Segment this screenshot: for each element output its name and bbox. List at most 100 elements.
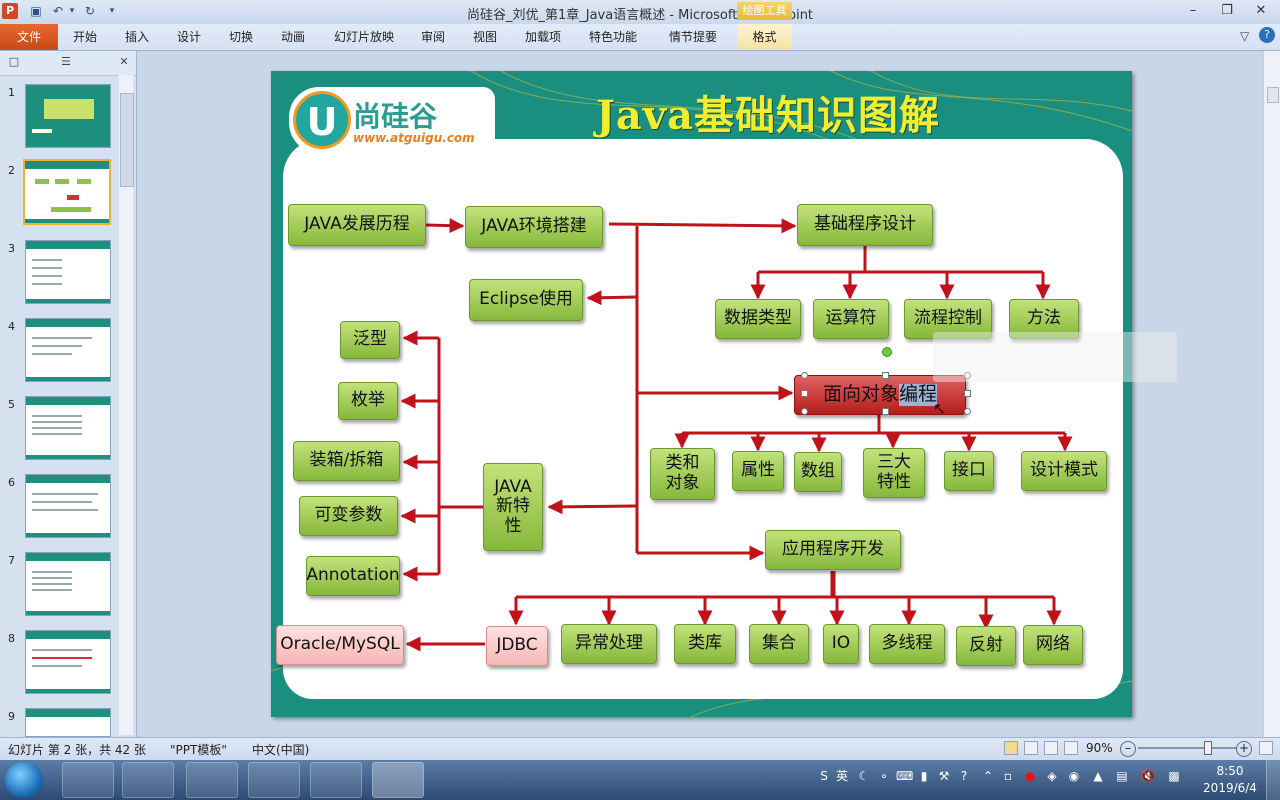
network-share-icon[interactable]: ◈ — [1044, 768, 1060, 784]
slides-tab-icon[interactable]: □ — [6, 55, 22, 69]
resize-handle[interactable] — [801, 408, 808, 415]
qq-icon[interactable]: ◉ — [1066, 768, 1082, 784]
moon-icon[interactable]: ☾ — [856, 768, 872, 784]
zoom-in-icon[interactable]: + — [1236, 741, 1252, 757]
normal-view-icon[interactable] — [1004, 741, 1018, 755]
resize-handle[interactable] — [801, 372, 808, 379]
sogou-icon[interactable]: S — [816, 768, 832, 784]
ime-mode[interactable]: 英 — [834, 768, 850, 784]
tab-file[interactable]: 文件 — [0, 24, 58, 50]
network-icon[interactable]: ▩ — [1166, 768, 1182, 784]
zoom-slider-thumb[interactable] — [1203, 741, 1212, 755]
node-generics[interactable]: 泛型 — [340, 321, 400, 359]
node-array[interactable]: 数组 — [794, 452, 842, 492]
slide-thumbnail[interactable] — [25, 708, 111, 737]
node-class-library[interactable]: 类库 — [674, 624, 736, 664]
resize-handle[interactable] — [882, 408, 889, 415]
node-annotation[interactable]: Annotation — [306, 556, 400, 596]
tab-animations[interactable]: 动画 — [270, 24, 316, 50]
taskbar-powerpoint-icon[interactable] — [372, 762, 424, 798]
node-basic-programming[interactable]: 基础程序设计 — [797, 204, 933, 246]
node-varargs[interactable]: 可变参数 — [299, 496, 398, 536]
resize-handle[interactable] — [964, 408, 971, 415]
customize-qat-icon[interactable]: ▾ — [104, 3, 120, 19]
punctuation-icon[interactable]: ∘ — [876, 768, 892, 784]
zoom-slider-track[interactable] — [1138, 747, 1236, 749]
tab-addins[interactable]: 加载项 — [518, 24, 568, 50]
node-enum[interactable]: 枚举 — [338, 382, 398, 420]
resize-handle[interactable] — [882, 372, 889, 379]
node-boxing[interactable]: 装箱/拆箱 — [293, 441, 400, 481]
close-icon[interactable]: ✕ — [1248, 2, 1274, 20]
reading-view-icon[interactable] — [1044, 741, 1058, 755]
taskbar-recorder-icon[interactable] — [310, 762, 362, 798]
undo-dropdown-icon[interactable]: ▾ — [64, 3, 80, 19]
node-app-dev[interactable]: 应用程序开发 — [765, 530, 901, 570]
node-exception[interactable]: 异常处理 — [561, 624, 657, 664]
theme-name[interactable]: "PPT模板" — [170, 741, 227, 758]
node-collection[interactable]: 集合 — [749, 624, 809, 664]
record-icon[interactable]: ● — [1022, 768, 1038, 784]
ribbon-collapse-icon[interactable]: ▽ — [1240, 29, 1249, 43]
help-icon[interactable]: ? — [1259, 27, 1275, 43]
slideshow-view-icon[interactable] — [1064, 741, 1078, 755]
rotate-handle[interactable] — [882, 347, 892, 357]
volume-muted-icon[interactable]: 🔇 — [1140, 768, 1156, 784]
close-panel-icon[interactable]: ✕ — [116, 55, 132, 69]
node-jdbc[interactable]: JDBC — [486, 626, 548, 666]
minimize-icon[interactable]: – — [1180, 2, 1206, 20]
slide-thumbnail[interactable] — [25, 630, 111, 694]
language-indicator[interactable]: 中文(中国) — [252, 741, 309, 758]
tab-review[interactable]: 审阅 — [410, 24, 456, 50]
zoom-level[interactable]: 90% — [1086, 741, 1113, 755]
tab-storyboard[interactable]: 情节提要 — [660, 24, 726, 50]
node-design-patterns[interactable]: 设计模式 — [1021, 451, 1107, 491]
slide-thumbnail[interactable] — [25, 318, 111, 382]
clock-date[interactable]: 2019/6/4 — [1195, 781, 1265, 795]
start-button[interactable] — [5, 762, 43, 798]
wrench-icon[interactable]: ⚒ — [936, 768, 952, 784]
fit-to-window-icon[interactable] — [1259, 741, 1273, 755]
slide-thumbnail-selected[interactable] — [23, 159, 111, 225]
zoom-out-icon[interactable]: – — [1120, 741, 1136, 757]
tab-insert[interactable]: 插入 — [114, 24, 160, 50]
node-io[interactable]: IO — [823, 624, 859, 664]
taskbar-explorer-icon[interactable] — [122, 762, 174, 798]
slide-sorter-icon[interactable] — [1024, 741, 1038, 755]
taskbar-display-icon[interactable] — [62, 762, 114, 798]
security-icon[interactable]: ▲ — [1090, 768, 1106, 784]
tab-features[interactable]: 特色功能 — [582, 24, 644, 50]
slide-thumbnail[interactable] — [25, 240, 111, 304]
thumbnail-scroll-thumb[interactable] — [120, 93, 134, 187]
node-operators[interactable]: 运算符 — [813, 299, 889, 339]
node-oracle-mysql[interactable]: Oracle/MySQL — [276, 625, 404, 665]
restore-icon[interactable]: ❐ — [1214, 2, 1240, 20]
node-network[interactable]: 网络 — [1023, 625, 1083, 665]
slide-thumbnail[interactable] — [25, 552, 111, 616]
tab-home[interactable]: 开始 — [62, 24, 108, 50]
node-class-object[interactable]: 类和对象 — [650, 448, 715, 500]
node-java-env[interactable]: JAVA环境搭建 — [465, 206, 603, 248]
slide-thumbnail[interactable] — [25, 396, 111, 460]
clock-time[interactable]: 8:50 — [1205, 764, 1255, 778]
slide-thumbnail[interactable] — [25, 474, 111, 538]
node-property[interactable]: 属性 — [732, 451, 784, 491]
toolbox-icon[interactable]: ▮ — [916, 768, 932, 784]
node-java-new-features[interactable]: JAVA新特性 — [483, 463, 543, 551]
mini-formatting-toolbar[interactable] — [933, 332, 1177, 382]
tab-transitions[interactable]: 切换 — [218, 24, 264, 50]
node-data-types[interactable]: 数据类型 — [715, 299, 801, 339]
redo-icon[interactable]: ↻ — [82, 3, 98, 19]
node-multithreading[interactable]: 多线程 — [869, 624, 945, 664]
tab-view[interactable]: 视图 — [462, 24, 508, 50]
tab-slideshow[interactable]: 幻灯片放映 — [326, 24, 402, 50]
powerpoint-icon[interactable]: P — [2, 3, 18, 19]
taskbar-pinwheel-icon[interactable] — [186, 762, 238, 798]
node-three-features[interactable]: 三大特性 — [863, 448, 925, 498]
tab-format[interactable]: 格式 — [737, 24, 792, 50]
help-tray-icon[interactable]: ? — [956, 768, 972, 784]
vertical-scrollbar[interactable] — [1263, 51, 1280, 737]
outline-tab-icon[interactable]: ☰ — [58, 55, 74, 69]
node-java-history[interactable]: JAVA发展历程 — [288, 204, 426, 246]
node-interface[interactable]: 接口 — [944, 451, 994, 491]
